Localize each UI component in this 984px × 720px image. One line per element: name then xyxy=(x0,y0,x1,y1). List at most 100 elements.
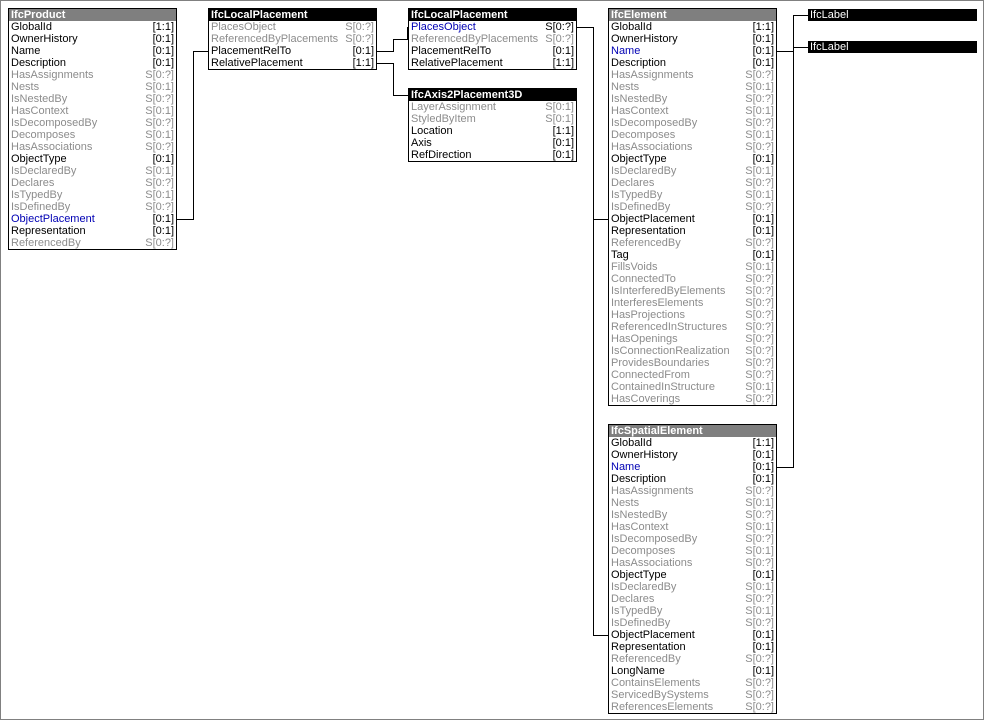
attribute-name: HasCoverings xyxy=(611,393,681,405)
attribute-row[interactable]: IsTypedBy S[0:1] xyxy=(609,605,776,617)
attribute-row[interactable]: HasAssociations S[0:?] xyxy=(609,141,776,153)
entity-ifcproduct[interactable]: IfcProduct GlobalId [1:1] OwnerHistory [0:1… xyxy=(8,8,177,250)
attribute-row[interactable]: IsDefinedBy S[0:?] xyxy=(609,201,776,213)
attribute-row[interactable]: Description [0:1] xyxy=(9,57,176,69)
attribute-row[interactable]: HasContext S[0:1] xyxy=(9,105,176,117)
attribute-row[interactable]: RefDirection [0:1] xyxy=(409,149,576,161)
attribute-row[interactable]: PlacesObject S[0:?] xyxy=(209,21,376,33)
attribute-row[interactable]: ServicedBySystems S[0:?] xyxy=(609,689,776,701)
attribute-row[interactable]: IsDecomposedBy S[0:?] xyxy=(609,117,776,129)
attribute-row[interactable]: LongName [0:1] xyxy=(609,665,776,677)
attribute-row[interactable]: ReferencedBy S[0:?] xyxy=(609,653,776,665)
attribute-row[interactable]: ReferencedBy S[0:?] xyxy=(9,237,176,249)
attribute-row[interactable]: IsDeclaredBy S[0:1] xyxy=(9,165,176,177)
attribute-row[interactable]: Name [0:1] xyxy=(609,461,776,473)
attribute-row[interactable]: HasAssignments S[0:?] xyxy=(609,485,776,497)
attribute-row[interactable]: Decomposes S[0:1] xyxy=(609,129,776,141)
attribute-row[interactable]: HasCoverings S[0:?] xyxy=(609,393,776,405)
attribute-row[interactable]: Nests S[0:1] xyxy=(609,81,776,93)
attribute-row[interactable]: Tag [0:1] xyxy=(609,249,776,261)
attribute-row[interactable]: LayerAssignment S[0:1] xyxy=(409,101,576,113)
attribute-row[interactable]: PlacesObject S[0:?] xyxy=(409,21,576,33)
attribute-row[interactable]: OwnerHistory [0:1] xyxy=(609,33,776,45)
attribute-row[interactable]: IsDeclaredBy S[0:1] xyxy=(609,165,776,177)
attribute-row[interactable]: HasAssociations S[0:?] xyxy=(609,557,776,569)
attribute-cardinality: [0:1] xyxy=(752,33,774,45)
entity-ifcaxis2placement3d[interactable]: IfcAxis2Placement3D LayerAssignment S[0:1… xyxy=(408,88,577,162)
attribute-row[interactable]: OwnerHistory [0:1] xyxy=(9,33,176,45)
attribute-cardinality: [0:1] xyxy=(752,213,774,225)
entity-ifclocalplacement-2[interactable]: IfcLocalPlacement PlacesObject S[0:?] Refe… xyxy=(408,8,577,70)
attribute-row[interactable]: StyledByItem S[0:1] xyxy=(409,113,576,125)
attribute-row[interactable]: ObjectType [0:1] xyxy=(9,153,176,165)
attribute-row[interactable]: ReferencesElements S[0:?] xyxy=(609,701,776,713)
attribute-row[interactable]: ContainsElements S[0:?] xyxy=(609,677,776,689)
attribute-row[interactable]: IsDefinedBy S[0:?] xyxy=(609,617,776,629)
attribute-row[interactable]: ObjectPlacement [0:1] xyxy=(9,213,176,225)
attribute-row[interactable]: FillsVoids S[0:1] xyxy=(609,261,776,273)
attribute-row[interactable]: Description [0:1] xyxy=(609,473,776,485)
attribute-row[interactable]: HasAssignments S[0:?] xyxy=(609,69,776,81)
type-label-ifclabel-1[interactable]: IfcLabel xyxy=(808,9,977,21)
entity-ifcelement[interactable]: IfcElement GlobalId [1:1] OwnerHistory [0:1… xyxy=(608,8,777,406)
entity-ifclocalplacement-1[interactable]: IfcLocalPlacement PlacesObject S[0:?] Refe… xyxy=(208,8,377,70)
attribute-row[interactable]: GlobalId [1:1] xyxy=(609,21,776,33)
attribute-row[interactable]: InterferesElements S[0:?] xyxy=(609,297,776,309)
attribute-row[interactable]: IsDeclaredBy S[0:1] xyxy=(609,581,776,593)
attribute-row[interactable]: IsDecomposedBy S[0:?] xyxy=(9,117,176,129)
attribute-row[interactable]: IsDefinedBy S[0:?] xyxy=(9,201,176,213)
attribute-row[interactable]: Representation [0:1] xyxy=(609,641,776,653)
attribute-row[interactable]: ReferencedBy S[0:?] xyxy=(609,237,776,249)
attribute-row[interactable]: Description [0:1] xyxy=(609,57,776,69)
attribute-row[interactable]: Decomposes S[0:1] xyxy=(9,129,176,141)
attribute-name: ConnectedTo xyxy=(611,273,676,285)
attribute-row[interactable]: Representation [0:1] xyxy=(609,225,776,237)
attribute-row[interactable]: Nests S[0:1] xyxy=(9,81,176,93)
attribute-row[interactable]: ConnectedFrom S[0:?] xyxy=(609,369,776,381)
attribute-row[interactable]: Nests S[0:1] xyxy=(609,497,776,509)
attribute-row[interactable]: HasAssignments S[0:?] xyxy=(9,69,176,81)
attribute-row[interactable]: ObjectPlacement [0:1] xyxy=(609,629,776,641)
attribute-row[interactable]: Decomposes S[0:1] xyxy=(609,545,776,557)
attribute-row[interactable]: IsConnectionRealization S[0:?] xyxy=(609,345,776,357)
attribute-row[interactable]: ObjectType [0:1] xyxy=(609,569,776,581)
attribute-row[interactable]: OwnerHistory [0:1] xyxy=(609,449,776,461)
attribute-row[interactable]: HasProjections S[0:?] xyxy=(609,309,776,321)
attribute-row[interactable]: Declares S[0:?] xyxy=(609,177,776,189)
attribute-cardinality: S[0:1] xyxy=(745,497,774,509)
attribute-row[interactable]: PlacementRelTo [0:1] xyxy=(409,45,576,57)
attribute-row[interactable]: ReferencedByPlacements S[0:?] xyxy=(409,33,576,45)
attribute-row[interactable]: PlacementRelTo [0:1] xyxy=(209,45,376,57)
attribute-row[interactable]: IsTypedBy S[0:1] xyxy=(9,189,176,201)
attribute-row[interactable]: GlobalId [1:1] xyxy=(9,21,176,33)
attribute-row[interactable]: ObjectPlacement [0:1] xyxy=(609,213,776,225)
attribute-row[interactable]: Declares S[0:?] xyxy=(9,177,176,189)
attribute-row[interactable]: Declares S[0:?] xyxy=(609,593,776,605)
attribute-row[interactable]: ReferencedByPlacements S[0:?] xyxy=(209,33,376,45)
attribute-row[interactable]: IsTypedBy S[0:1] xyxy=(609,189,776,201)
attribute-row[interactable]: RelativePlacement [1:1] xyxy=(209,57,376,69)
attribute-row[interactable]: IsNestedBy S[0:?] xyxy=(609,93,776,105)
attribute-row[interactable]: Axis [0:1] xyxy=(409,137,576,149)
attribute-row[interactable]: HasContext S[0:1] xyxy=(609,105,776,117)
attribute-row[interactable]: RelativePlacement [1:1] xyxy=(409,57,576,69)
attribute-row[interactable]: HasContext S[0:1] xyxy=(609,521,776,533)
attribute-row[interactable]: ContainedInStructure S[0:1] xyxy=(609,381,776,393)
entity-ifcspatialelement[interactable]: IfcSpatialElement GlobalId [1:1] OwnerHist… xyxy=(608,424,777,714)
attribute-row[interactable]: ConnectedTo S[0:?] xyxy=(609,273,776,285)
attribute-row[interactable]: Name [0:1] xyxy=(9,45,176,57)
attribute-row[interactable]: IsDecomposedBy S[0:?] xyxy=(609,533,776,545)
attribute-row[interactable]: ReferencedInStructures S[0:?] xyxy=(609,321,776,333)
attribute-row[interactable]: HasAssociations S[0:?] xyxy=(9,141,176,153)
attribute-row[interactable]: ObjectType [0:1] xyxy=(609,153,776,165)
attribute-row[interactable]: Name [0:1] xyxy=(609,45,776,57)
type-label-ifclabel-2[interactable]: IfcLabel xyxy=(808,41,977,53)
attribute-row[interactable]: IsNestedBy S[0:?] xyxy=(609,509,776,521)
attribute-row[interactable]: GlobalId [1:1] xyxy=(609,437,776,449)
attribute-row[interactable]: IsNestedBy S[0:?] xyxy=(9,93,176,105)
attribute-row[interactable]: Representation [0:1] xyxy=(9,225,176,237)
attribute-row[interactable]: ProvidesBoundaries S[0:?] xyxy=(609,357,776,369)
attribute-row[interactable]: IsInterferedByElements S[0:?] xyxy=(609,285,776,297)
attribute-row[interactable]: HasOpenings S[0:?] xyxy=(609,333,776,345)
attribute-row[interactable]: Location [1:1] xyxy=(409,125,576,137)
